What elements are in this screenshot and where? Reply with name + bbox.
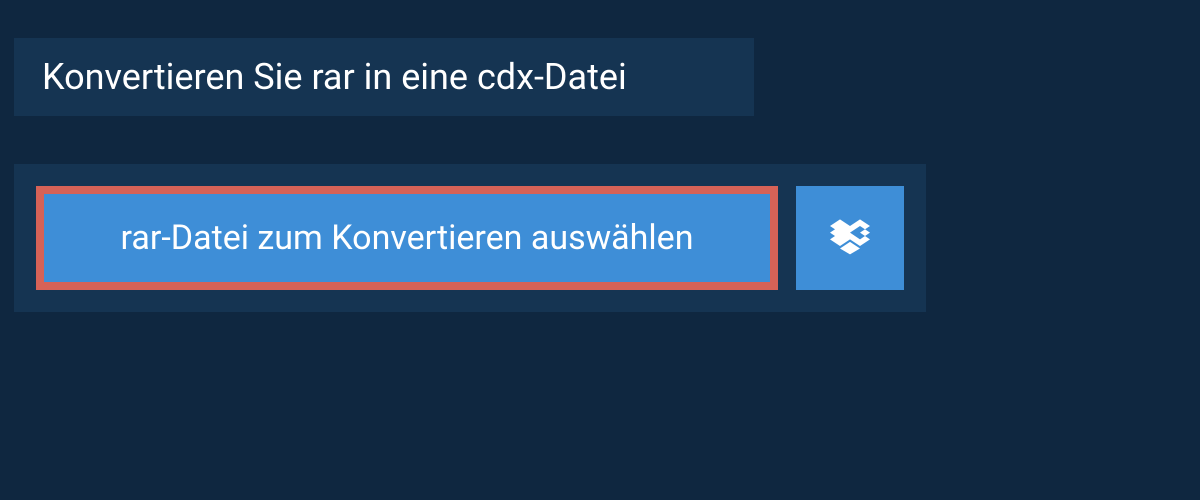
dropbox-button[interactable] [796, 186, 904, 290]
title-bar: Konvertieren Sie rar in eine cdx-Datei [14, 38, 754, 116]
dropbox-icon [830, 216, 870, 260]
select-file-button[interactable]: rar-Datei zum Konvertieren auswählen [36, 186, 778, 290]
action-row: rar-Datei zum Konvertieren auswählen [14, 164, 926, 312]
select-file-label: rar-Datei zum Konvertieren auswählen [121, 218, 694, 258]
page-title: Konvertieren Sie rar in eine cdx-Datei [42, 56, 726, 98]
